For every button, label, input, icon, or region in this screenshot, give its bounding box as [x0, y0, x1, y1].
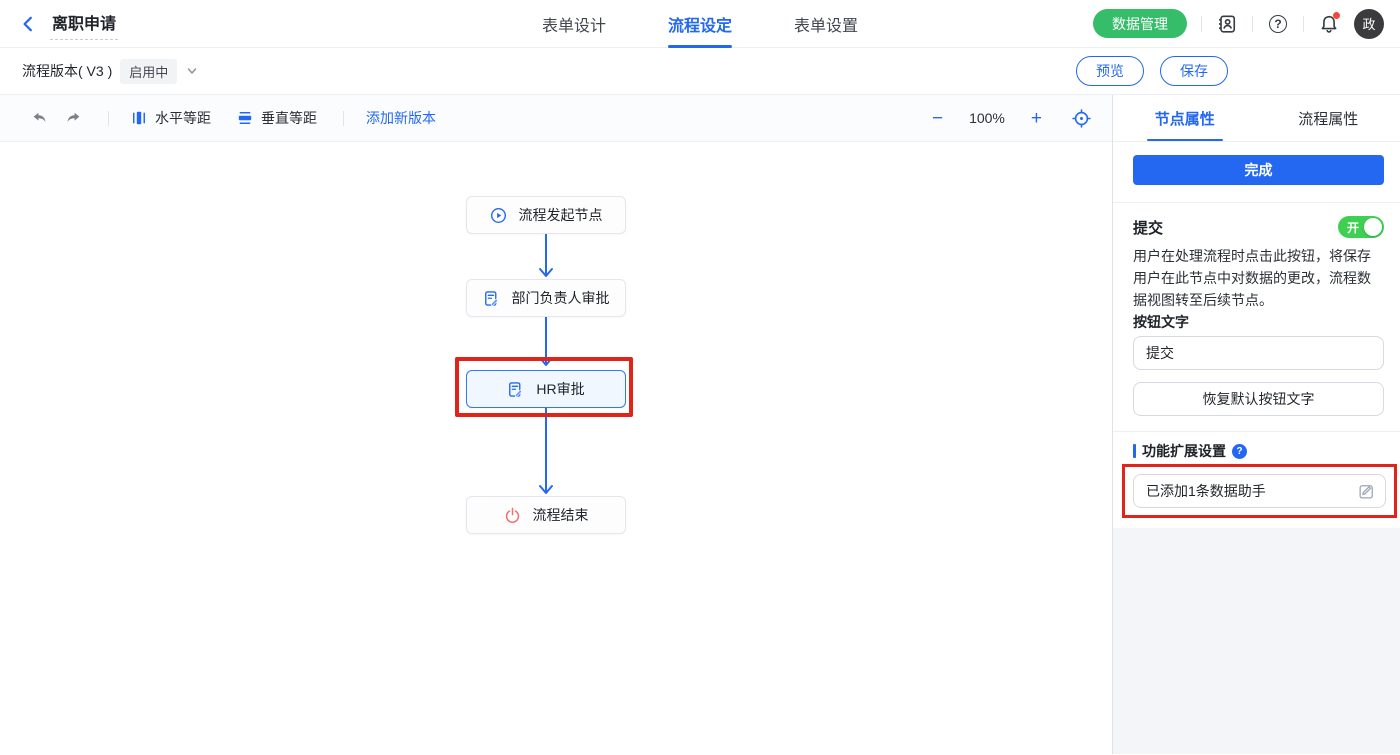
reset-button-text-button[interactable]: 恢复默认按钮文字 — [1133, 382, 1384, 416]
fit-center-icon[interactable] — [1068, 105, 1094, 131]
redo-icon[interactable] — [60, 105, 86, 131]
play-circle-icon — [490, 207, 507, 224]
extension-help-icon[interactable]: ? — [1232, 443, 1247, 459]
section-accent-bar — [1133, 444, 1136, 458]
data-assistant-value: 已添加1条数据助手 — [1146, 483, 1266, 499]
status-badge: 启用中 — [120, 58, 178, 84]
page-title[interactable]: 离职申请 — [50, 8, 119, 40]
button-text-input[interactable] — [1133, 336, 1384, 370]
chevron-down-icon — [188, 68, 197, 74]
data-manage-button[interactable]: 数据管理 — [1093, 9, 1187, 38]
help-icon[interactable]: ? — [1267, 13, 1289, 35]
divider — [1113, 431, 1400, 432]
tab-flow-properties[interactable]: 流程属性 — [1257, 95, 1400, 141]
version-label: 流程版本( V3 ) — [22, 63, 113, 79]
sub-header: 流程版本( V3 ) 启用中 预览 保存 — [0, 48, 1400, 95]
node-label: HR审批 — [536, 381, 585, 397]
header-tabs: 表单设计 流程设定 表单设置 — [542, 0, 858, 48]
divider — [1113, 202, 1400, 203]
toggle-knob — [1364, 218, 1382, 236]
panel-empty-area — [1113, 528, 1400, 754]
data-assistant-annotation-box: 已添加1条数据助手 — [1122, 464, 1397, 518]
avatar[interactable]: 政 — [1354, 8, 1384, 39]
done-button[interactable]: 完成 — [1133, 155, 1384, 185]
node-label: 流程发起节点 — [518, 207, 603, 223]
node-label: 流程结束 — [532, 507, 589, 523]
submit-description: 用户在处理流程时点击此按钮，将保存用户在此节点中对数据的更改，流程数据视图转至后… — [1133, 248, 1371, 308]
tab-form-setting[interactable]: 表单设置 — [794, 0, 858, 48]
zoom-out-button[interactable]: − — [932, 109, 943, 128]
vertical-distribute-button[interactable]: 垂直等距 — [237, 108, 317, 128]
add-version-link[interactable]: 添加新版本 — [366, 108, 436, 128]
flow-canvas[interactable]: 流程发起节点 部门负责人审批 HR审批 流程结束 — [0, 142, 1112, 754]
tab-flow-setting[interactable]: 流程设定 — [668, 0, 732, 48]
zoom-level: 100% — [969, 110, 1005, 126]
tab-form-design[interactable]: 表单设计 — [542, 0, 606, 48]
panel-tabs: 节点属性 流程属性 — [1113, 95, 1400, 142]
version-selector[interactable]: 流程版本( V3 ) 启用中 — [22, 58, 199, 84]
edit-icon[interactable] — [1358, 483, 1375, 500]
approval-doc-icon — [507, 381, 524, 398]
button-text-label: 按钮文字 — [1133, 314, 1189, 330]
submit-section-label: 提交 — [1133, 219, 1164, 237]
power-icon — [504, 507, 521, 524]
flow-arrow — [539, 234, 553, 277]
approval-doc-icon — [483, 290, 500, 307]
notification-dot — [1333, 11, 1340, 19]
vertical-distribute-icon — [238, 112, 252, 124]
flow-arrow — [539, 317, 553, 366]
horizontal-distribute-button[interactable]: 水平等距 — [131, 108, 211, 128]
divider — [343, 110, 344, 126]
horizontal-distribute-icon — [133, 111, 145, 125]
submit-toggle[interactable]: 开 — [1338, 216, 1384, 238]
properties-panel: 节点属性 流程属性 完成 提交 开 用户在处理流程时点击此按钮，将保存用户在此节… — [1112, 95, 1400, 754]
divider — [1303, 15, 1304, 32]
data-assistant-field[interactable]: 已添加1条数据助手 — [1133, 474, 1386, 508]
undo-icon[interactable] — [26, 105, 52, 131]
flow-node-start[interactable]: 流程发起节点 — [466, 196, 626, 234]
top-header: 离职申请 表单设计 流程设定 表单设置 数据管理 ? 政 — [0, 0, 1400, 48]
flow-node-end[interactable]: 流程结束 — [466, 496, 626, 534]
save-button[interactable]: 保存 — [1160, 56, 1228, 86]
back-icon[interactable] — [16, 12, 40, 36]
contacts-icon[interactable] — [1216, 13, 1238, 35]
flow-node-hr-approval[interactable]: HR审批 — [466, 370, 626, 408]
flow-arrow — [539, 408, 553, 494]
node-label: 部门负责人审批 — [511, 290, 610, 306]
preview-button[interactable]: 预览 — [1076, 56, 1144, 86]
divider — [1252, 15, 1253, 32]
bell-icon[interactable] — [1318, 11, 1340, 35]
toggle-state-label: 开 — [1347, 220, 1360, 235]
canvas-toolbar: 水平等距 垂直等距 添加新版本 − 100% + — [0, 95, 1112, 142]
tab-node-properties[interactable]: 节点属性 — [1113, 95, 1257, 141]
flow-node-dept-approval[interactable]: 部门负责人审批 — [466, 279, 626, 317]
extension-section-title: 功能扩展设置 — [1142, 443, 1226, 459]
zoom-in-button[interactable]: + — [1031, 109, 1042, 128]
node-properties-content: 完成 提交 开 用户在处理流程时点击此按钮，将保存用户在此节点中对数据的更改，流… — [1113, 142, 1400, 528]
divider — [108, 110, 109, 126]
divider — [1201, 15, 1202, 32]
